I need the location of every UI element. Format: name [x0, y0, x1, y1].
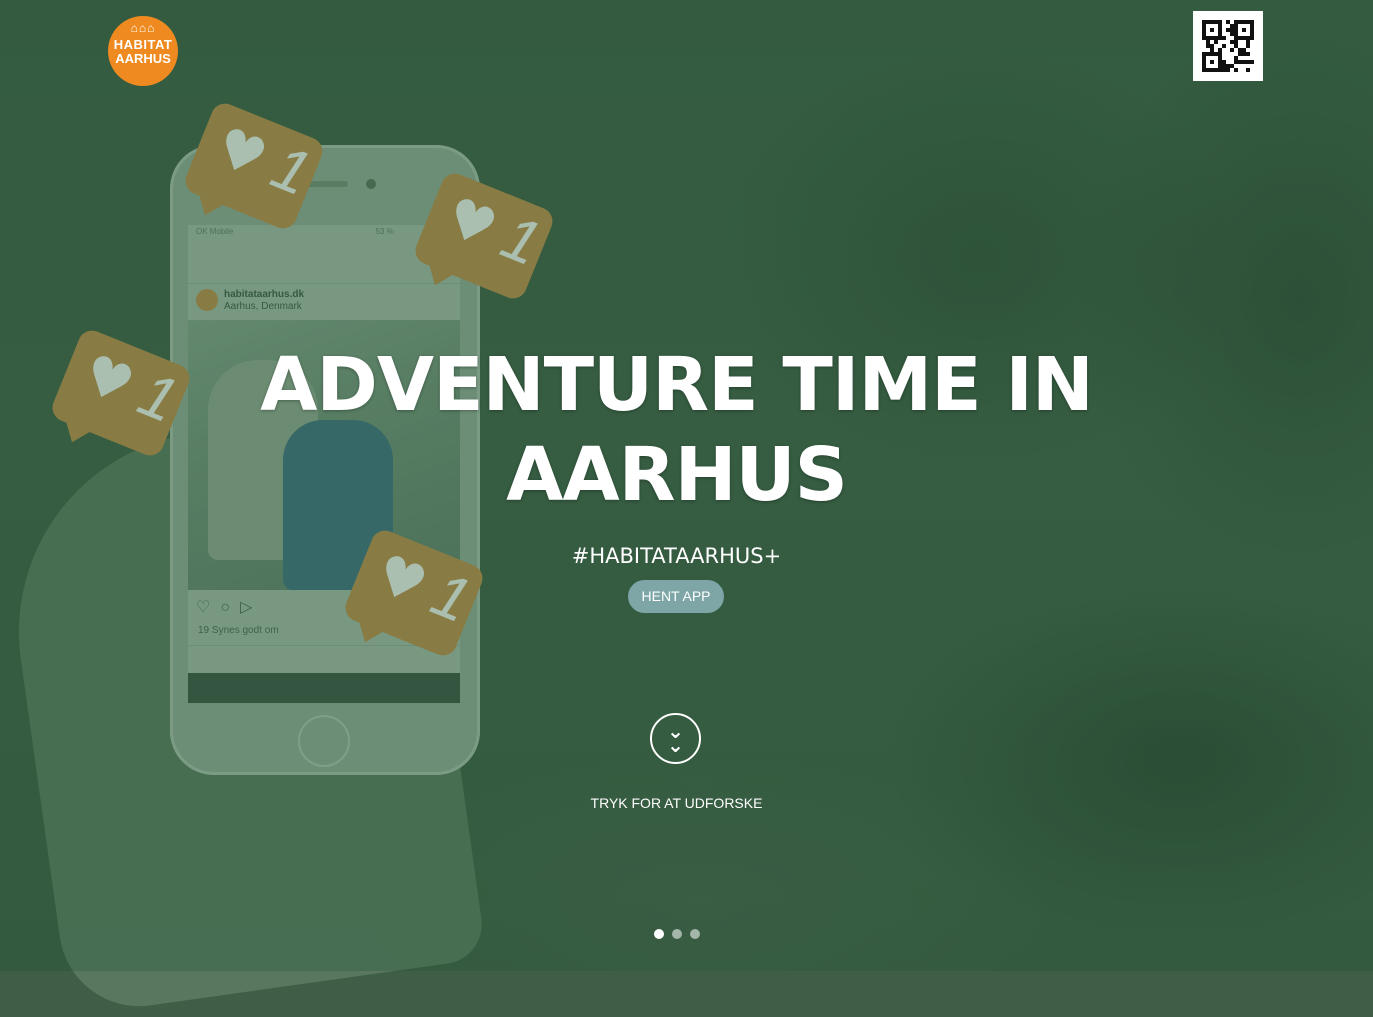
carousel-dot-2[interactable]	[672, 929, 682, 939]
hero-title: ADVENTURE TIME IN AARHUS	[260, 342, 1094, 518]
habitat-aarhus-logo[interactable]: ⌂⌂⌂ HABITAT AARHUS	[108, 16, 178, 86]
hero-hashtag: #HABITATAARHUS+	[571, 544, 782, 568]
logo-line1: HABITAT	[113, 37, 173, 52]
qr-code-icon[interactable]	[1193, 11, 1263, 81]
qr-code-pattern	[1202, 20, 1254, 72]
double-chevron-down-icon: ⌄ ⌄	[667, 719, 684, 757]
explore-label: TRYK FOR AT UDFORSKE	[590, 795, 763, 811]
carousel-dot-1[interactable]	[654, 929, 664, 939]
logo-line2: AARHUS	[115, 51, 171, 66]
logo-skyline-icon: ⌂⌂⌂	[130, 21, 156, 35]
carousel-dots	[654, 929, 700, 941]
get-app-button[interactable]: HENT APP	[628, 580, 724, 613]
qr-module	[1250, 68, 1254, 72]
carousel-dot-3[interactable]	[690, 929, 700, 939]
scroll-down-button[interactable]: ⌄ ⌄	[650, 713, 701, 764]
